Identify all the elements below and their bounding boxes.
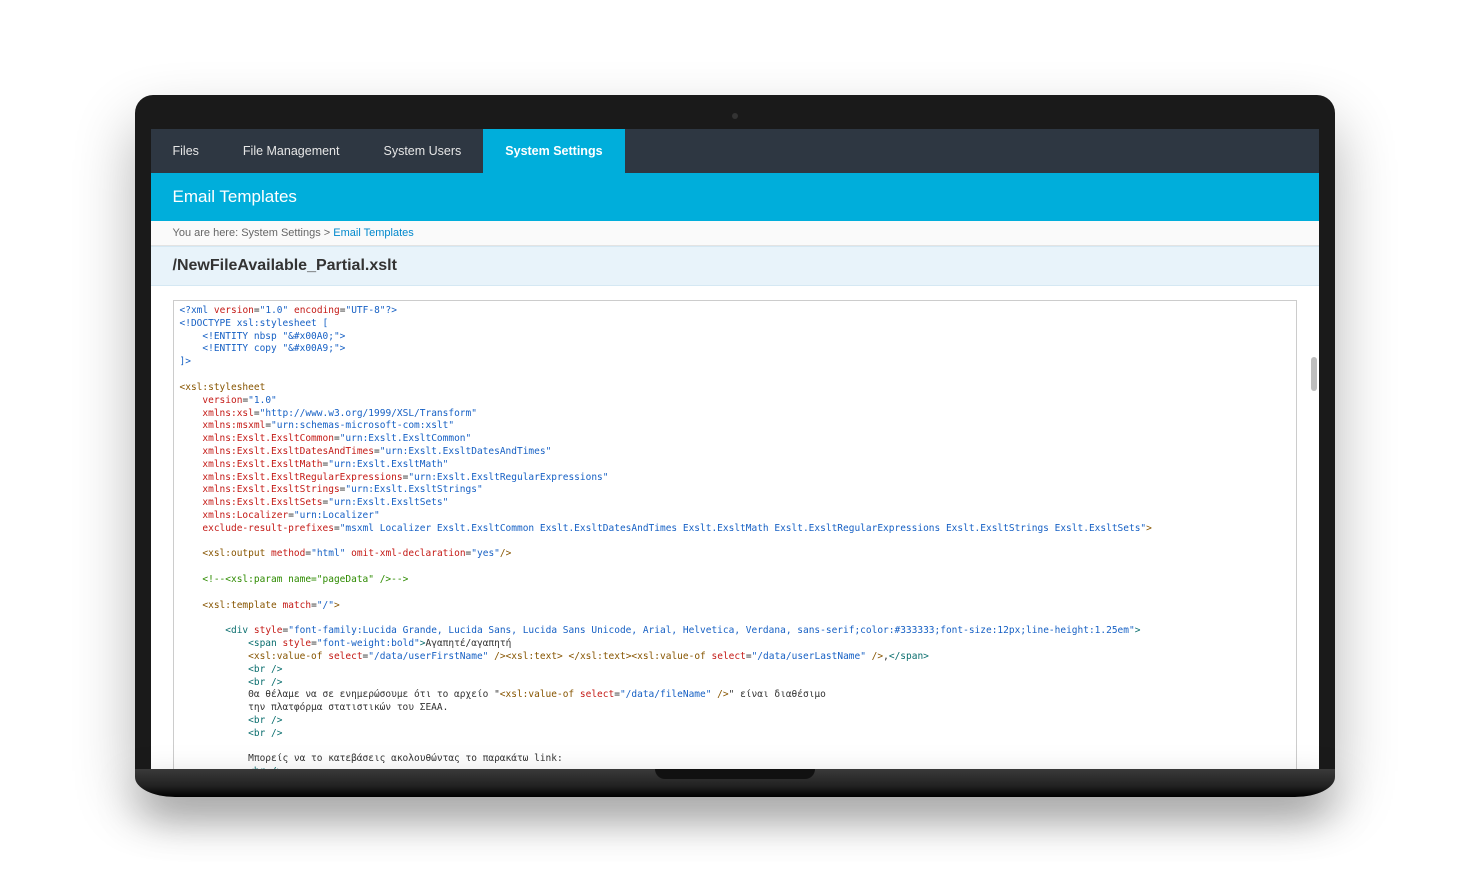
code-line: xmlns:Exslt.ExsltSets="urn:Exslt.ExsltSe… <box>180 497 1290 510</box>
laptop-bezel: FilesFile ManagementSystem UsersSystem S… <box>135 95 1335 769</box>
code-line: <span style="font-weight:bold">Αγαπητέ/α… <box>180 638 1290 651</box>
laptop-notch <box>655 769 815 779</box>
breadcrumb-current-link[interactable]: Email Templates <box>333 227 414 239</box>
code-line <box>180 587 1290 600</box>
breadcrumb: You are here: System Settings > Email Te… <box>151 221 1319 246</box>
code-editor-wrap: <?xml version="1.0" encoding="UTF-8"?><!… <box>151 286 1319 769</box>
code-line: <xsl:output method="html" omit-xml-decla… <box>180 548 1290 561</box>
code-line: <!--<xsl:param name="pageData" />--> <box>180 574 1290 587</box>
code-line: <br /> <box>180 715 1290 728</box>
code-line: version="1.0" <box>180 395 1290 408</box>
code-line <box>180 536 1290 549</box>
page-title: Email Templates <box>173 187 297 206</box>
scrollbar-thumb[interactable] <box>1311 357 1317 391</box>
code-line: xmlns:Exslt.ExsltStrings="urn:Exslt.Exsl… <box>180 484 1290 497</box>
code-line: exclude-result-prefixes="msxml Localizer… <box>180 523 1290 536</box>
nav-item-system-settings[interactable]: System Settings <box>483 129 624 173</box>
code-line: xmlns:Exslt.ExsltDatesAndTimes="urn:Exsl… <box>180 446 1290 459</box>
code-line: xmlns:Localizer="urn:Localizer" <box>180 510 1290 523</box>
code-line: ]> <box>180 356 1290 369</box>
code-editor[interactable]: <?xml version="1.0" encoding="UTF-8"?><!… <box>173 300 1297 769</box>
code-line: xmlns:Exslt.ExsltMath="urn:Exslt.ExsltMa… <box>180 459 1290 472</box>
code-line <box>180 741 1290 754</box>
code-line <box>180 369 1290 382</box>
code-line: xmlns:Exslt.ExsltRegularExpressions="urn… <box>180 472 1290 485</box>
code-line: την πλατφόρμα στατιστικών του ΣΕΑΑ. <box>180 702 1290 715</box>
page-subheader: Email Templates <box>151 173 1319 221</box>
nav-item-files[interactable]: Files <box>151 129 221 173</box>
nav-item-file-management[interactable]: File Management <box>221 129 362 173</box>
code-line: <br /> <box>180 677 1290 690</box>
code-line: xmlns:xsl="http://www.w3.org/1999/XSL/Tr… <box>180 408 1290 421</box>
code-line: <br /> <box>180 664 1290 677</box>
code-line <box>180 561 1290 574</box>
breadcrumb-separator: > <box>324 227 330 239</box>
code-line: <!ENTITY nbsp "&#x00A0;"> <box>180 331 1290 344</box>
code-line: <br /> <box>180 728 1290 741</box>
breadcrumb-prefix: You are here: <box>173 227 239 239</box>
camera-icon <box>732 113 738 119</box>
app-screen: FilesFile ManagementSystem UsersSystem S… <box>151 129 1319 769</box>
breadcrumb-path: System Settings <box>241 227 320 239</box>
code-line: <xsl:template match="/"> <box>180 600 1290 613</box>
code-line: <?xml version="1.0" encoding="UTF-8"?> <box>180 305 1290 318</box>
code-line: <div style="font-family:Lucida Grande, L… <box>180 625 1290 638</box>
code-line: <xsl:stylesheet <box>180 382 1290 395</box>
file-title: /NewFileAvailable_Partial.xslt <box>173 257 397 274</box>
code-line <box>180 613 1290 626</box>
code-line: xmlns:msxml="urn:schemas-microsoft-com:x… <box>180 420 1290 433</box>
code-line: Μπορείς να το κατεβάσεις ακολουθώντας το… <box>180 753 1290 766</box>
nav-item-system-users[interactable]: System Users <box>361 129 483 173</box>
file-title-bar: /NewFileAvailable_Partial.xslt <box>151 246 1319 286</box>
code-line: xmlns:Exslt.ExsltCommon="urn:Exslt.Exslt… <box>180 433 1290 446</box>
laptop-device-frame: FilesFile ManagementSystem UsersSystem S… <box>135 95 1335 797</box>
laptop-base <box>135 769 1335 797</box>
code-line: <!DOCTYPE xsl:stylesheet [ <box>180 318 1290 331</box>
top-nav: FilesFile ManagementSystem UsersSystem S… <box>151 129 1319 173</box>
code-line: <!ENTITY copy "&#x00A9;"> <box>180 343 1290 356</box>
code-line: Θα θέλαμε να σε ενημερώσουμε ότι το αρχε… <box>180 689 1290 702</box>
code-line: <xsl:value-of select="/data/userFirstNam… <box>180 651 1290 664</box>
